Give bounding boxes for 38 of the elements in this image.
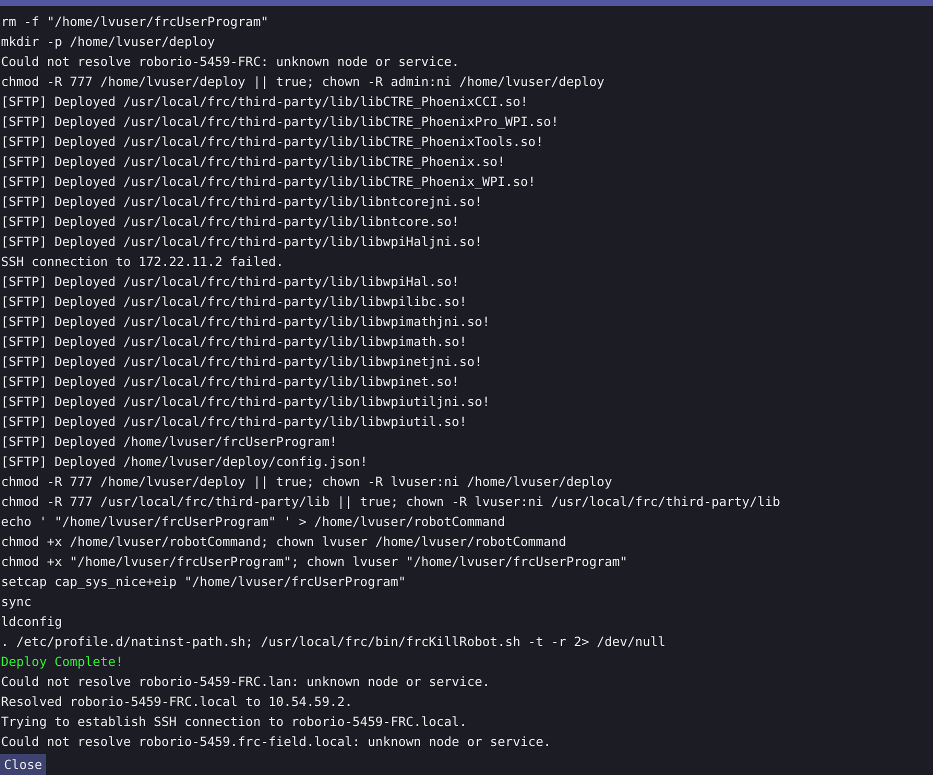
log-line: Deploy Complete!	[1, 653, 124, 671]
log-line: [SFTP] Deployed /usr/local/frc/third-party/lib/libwpimath.so!	[1, 333, 467, 351]
close-button[interactable]: Close	[0, 754, 46, 775]
log-line: [SFTP] Deployed /usr/local/frc/third-party/lib/libwpimathjni.so!	[1, 313, 490, 331]
log-line: . /etc/profile.d/natinst-path.sh; /usr/local/frc/bin/frcKillRobot.sh -t -r 2> /dev/null	[1, 633, 666, 651]
log-line: [SFTP] Deployed /usr/local/frc/third-party/lib/libwpiHaljni.so!	[1, 233, 482, 251]
log-line: [SFTP] Deployed /usr/local/frc/third-party/lib/libCTRE_PhoenixPro_WPI.so!	[1, 113, 559, 131]
log-line: chmod -R 777 /home/lvuser/deploy || true; chown -R lvuser:ni /home/lvuser/deploy	[1, 473, 612, 491]
log-line: [SFTP] Deployed /usr/local/frc/third-party/lib/libwpiHal.so!	[1, 273, 460, 291]
log-line: [SFTP] Deployed /home/lvuser/frcUserProgram!	[1, 433, 338, 451]
log-line: setcap cap_sys_nice+eip "/home/lvuser/frcUserProgram"	[1, 573, 406, 591]
log-line: chmod +x /home/lvuser/robotCommand; chown lvuser /home/lvuser/robotCommand	[1, 533, 566, 551]
log-line: chmod +x "/home/lvuser/frcUserProgram"; chown lvuser "/home/lvuser/frcUserProgram"	[1, 553, 628, 571]
log-line: [SFTP] Deployed /usr/local/frc/third-party/lib/libwpinetjni.so!	[1, 353, 482, 371]
log-line: echo ' "/home/lvuser/frcUserProgram" ' > /home/lvuser/robotCommand	[1, 513, 506, 531]
log-line: chmod -R 777 /usr/local/frc/third-party/lib || true; chown -R lvuser:ni /usr/local/frc/third-party/lib	[1, 493, 780, 511]
log-line: [SFTP] Deployed /usr/local/frc/third-party/lib/libCTRE_Phoenix.so!	[1, 153, 506, 171]
log-line: [SFTP] Deployed /usr/local/frc/third-party/lib/libwpiutil.so!	[1, 413, 467, 431]
log-line: chmod -R 777 /home/lvuser/deploy || true; chown -R admin:ni /home/lvuser/deploy	[1, 73, 604, 91]
log-line: rm -f "/home/lvuser/frcUserProgram"	[1, 13, 268, 31]
log-line: SSH connection to 172.22.11.2 failed.	[1, 253, 284, 271]
log-line: mkdir -p /home/lvuser/deploy	[1, 33, 215, 51]
log-line: Could not resolve roborio-5459.frc-field.local: unknown node or service.	[1, 733, 551, 751]
log-line: ldconfig	[1, 613, 62, 631]
log-line: [SFTP] Deployed /usr/local/frc/third-party/lib/libCTRE_Phoenix_WPI.so!	[1, 173, 536, 191]
log-line: [SFTP] Deployed /usr/local/frc/third-party/lib/libntcore.so!	[1, 213, 460, 231]
log-line: Could not resolve roborio-5459-FRC: unknown node or service.	[1, 53, 460, 71]
log-line: [SFTP] Deployed /home/lvuser/deploy/config.json!	[1, 453, 368, 471]
log-line: [SFTP] Deployed /usr/local/frc/third-party/lib/libwpilibc.so!	[1, 293, 467, 311]
log-line: [SFTP] Deployed /usr/local/frc/third-party/lib/libwpiutiljni.so!	[1, 393, 490, 411]
log-line: Resolved roborio-5459-FRC.local to 10.54.59.2.	[1, 693, 352, 711]
log-line: [SFTP] Deployed /usr/local/frc/third-party/lib/libntcorejni.so!	[1, 193, 482, 211]
log-line: sync	[1, 593, 32, 611]
log-line: Could not resolve roborio-5459-FRC.lan: unknown node or service.	[1, 673, 490, 691]
log-line: Trying to establish SSH connection to roborio-5459-FRC.local.	[1, 713, 467, 731]
log-line: [SFTP] Deployed /usr/local/frc/third-party/lib/libCTRE_PhoenixTools.so!	[1, 133, 544, 151]
log-line: [SFTP] Deployed /usr/local/frc/third-party/lib/libwpinet.so!	[1, 373, 460, 391]
log-line: [SFTP] Deployed /usr/local/frc/third-party/lib/libCTRE_PhoenixCCI.so!	[1, 93, 528, 111]
